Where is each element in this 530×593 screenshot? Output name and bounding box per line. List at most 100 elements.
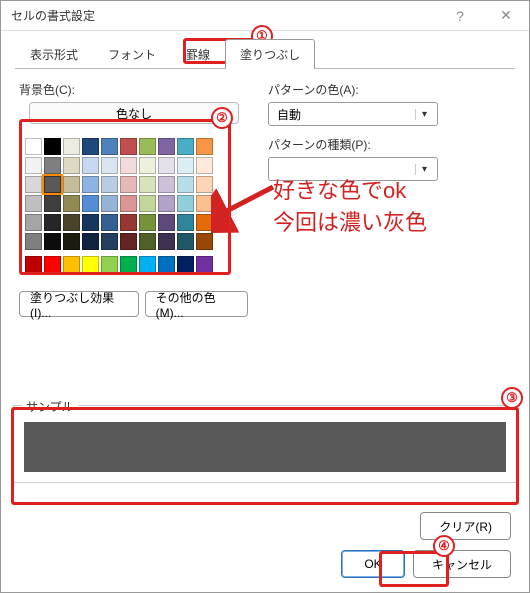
ok-button[interactable]: OK	[341, 550, 405, 578]
color-swatch[interactable]	[82, 256, 99, 273]
color-swatch[interactable]	[82, 176, 99, 193]
color-swatch[interactable]	[82, 195, 99, 212]
tab-fill[interactable]: 塗りつぶし	[225, 39, 315, 69]
color-swatch[interactable]	[63, 214, 80, 231]
color-swatch[interactable]	[25, 138, 42, 155]
color-swatch[interactable]	[82, 138, 99, 155]
tab-number[interactable]: 表示形式	[15, 39, 93, 69]
color-swatch[interactable]	[82, 214, 99, 231]
color-swatch[interactable]	[120, 138, 137, 155]
pattern-type-label: パターンの種類(P):	[268, 136, 511, 153]
format-cells-dialog: セルの書式設定 ? ✕ 表示形式 フォント 罫線 塗りつぶし 背景色(C): 色…	[0, 0, 530, 593]
color-swatch[interactable]	[63, 256, 80, 273]
dialog-title: セルの書式設定	[11, 7, 95, 24]
sample-area: サンプル	[13, 405, 517, 483]
color-swatch[interactable]	[44, 214, 61, 231]
color-swatch[interactable]	[177, 195, 194, 212]
color-swatch[interactable]	[158, 233, 175, 250]
color-swatch[interactable]	[101, 176, 118, 193]
color-swatch[interactable]	[139, 157, 156, 174]
color-swatch[interactable]	[101, 157, 118, 174]
callout-3: ③	[501, 387, 523, 409]
color-swatch[interactable]	[120, 233, 137, 250]
color-swatch[interactable]	[25, 176, 42, 193]
color-swatch[interactable]	[139, 195, 156, 212]
color-swatch[interactable]	[25, 157, 42, 174]
color-swatch[interactable]	[139, 176, 156, 193]
titlebar-actions: ? ✕	[437, 1, 529, 31]
dialog-buttons: OK キャンセル	[341, 550, 511, 578]
sample-legend: サンプル	[22, 398, 78, 415]
tab-font[interactable]: フォント	[93, 39, 171, 69]
pattern-color-label: パターンの色(A):	[268, 81, 511, 98]
color-swatch[interactable]	[82, 233, 99, 250]
color-swatch[interactable]	[120, 176, 137, 193]
color-palette	[19, 132, 229, 279]
color-swatch[interactable]	[177, 256, 194, 273]
color-swatch[interactable]	[101, 138, 118, 155]
color-swatch[interactable]	[158, 138, 175, 155]
color-swatch[interactable]	[25, 195, 42, 212]
color-swatch[interactable]	[101, 256, 118, 273]
color-swatch[interactable]	[120, 256, 137, 273]
annotation-line2: 今回は濃い灰色	[273, 207, 427, 239]
color-swatch[interactable]	[44, 256, 61, 273]
color-swatch[interactable]	[120, 214, 137, 231]
annotation-line1: 好きな色でok	[273, 175, 427, 207]
annotation-text: 好きな色でok 今回は濃い灰色	[273, 175, 427, 239]
color-swatch[interactable]	[158, 256, 175, 273]
tab-border[interactable]: 罫線	[171, 39, 225, 69]
color-swatch[interactable]	[44, 233, 61, 250]
other-colors-button[interactable]: その他の色(M)...	[145, 291, 248, 317]
callout-2: ②	[211, 107, 233, 129]
color-swatch[interactable]	[44, 176, 61, 193]
color-swatch[interactable]	[120, 195, 137, 212]
color-swatch[interactable]	[196, 157, 213, 174]
color-swatch[interactable]	[101, 195, 118, 212]
fill-effects-button[interactable]: 塗りつぶし効果(I)...	[19, 291, 139, 317]
chevron-down-icon: ▾	[415, 109, 433, 120]
color-swatch[interactable]	[44, 157, 61, 174]
color-swatch[interactable]	[44, 138, 61, 155]
color-swatch[interactable]	[139, 138, 156, 155]
bgcolor-label: 背景色(C):	[19, 81, 254, 98]
annotation-arrow	[211, 177, 281, 237]
color-swatch[interactable]	[44, 195, 61, 212]
color-swatch[interactable]	[25, 256, 42, 273]
no-color-button[interactable]: 色なし	[29, 102, 239, 124]
color-swatch[interactable]	[177, 176, 194, 193]
color-swatch[interactable]	[158, 214, 175, 231]
clear-button[interactable]: クリア(R)	[420, 512, 511, 540]
color-swatch[interactable]	[196, 256, 213, 273]
color-swatch[interactable]	[177, 157, 194, 174]
color-swatch[interactable]	[158, 157, 175, 174]
color-swatch[interactable]	[101, 214, 118, 231]
color-swatch[interactable]	[177, 138, 194, 155]
close-icon[interactable]: ✕	[483, 1, 529, 31]
cancel-button[interactable]: キャンセル	[413, 550, 511, 578]
color-swatch[interactable]	[101, 233, 118, 250]
color-swatch[interactable]	[139, 233, 156, 250]
color-swatch[interactable]	[63, 176, 80, 193]
color-swatch[interactable]	[63, 195, 80, 212]
color-swatch[interactable]	[158, 176, 175, 193]
chevron-down-icon: ▾	[415, 164, 433, 175]
color-swatch[interactable]	[63, 233, 80, 250]
color-swatch[interactable]	[25, 214, 42, 231]
color-swatch[interactable]	[177, 233, 194, 250]
pattern-color-value: 自動	[277, 106, 301, 123]
sample-swatch	[24, 422, 506, 472]
color-swatch[interactable]	[63, 138, 80, 155]
help-icon[interactable]: ?	[437, 1, 483, 31]
color-swatch[interactable]	[63, 157, 80, 174]
color-swatch[interactable]	[139, 256, 156, 273]
color-swatch[interactable]	[177, 214, 194, 231]
color-swatch[interactable]	[120, 157, 137, 174]
color-swatch[interactable]	[82, 157, 99, 174]
color-swatch[interactable]	[158, 195, 175, 212]
callout-4: ④	[433, 535, 455, 557]
color-swatch[interactable]	[139, 214, 156, 231]
pattern-color-dropdown[interactable]: 自動 ▾	[268, 102, 438, 126]
color-swatch[interactable]	[196, 138, 213, 155]
color-swatch[interactable]	[25, 233, 42, 250]
